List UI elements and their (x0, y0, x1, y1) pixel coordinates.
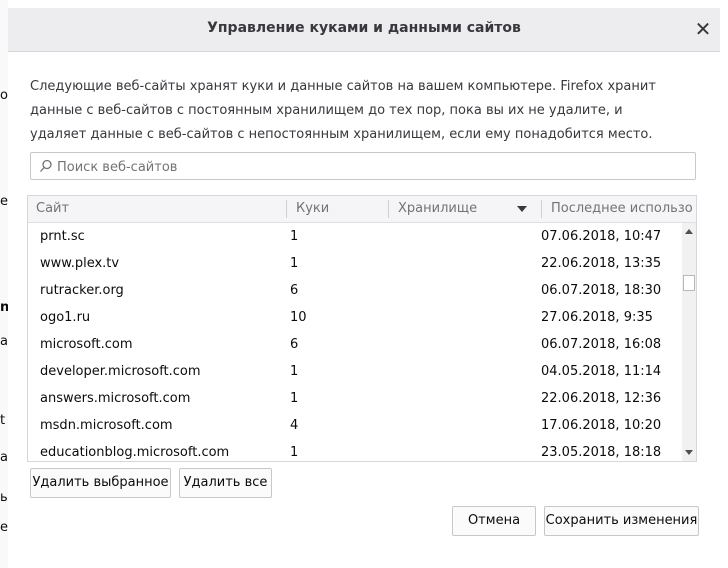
cell-storage (398, 439, 528, 461)
cell-storage (398, 385, 528, 412)
scroll-down-icon[interactable] (685, 450, 693, 455)
scrollbar-thumb[interactable] (683, 275, 695, 291)
cell-cookies: 6 (290, 337, 299, 352)
sites-table: Сайт Куки Хранилище Последнее использо..… (27, 195, 697, 462)
sort-descending-icon (517, 206, 527, 212)
cell-storage (398, 223, 528, 250)
cell-cookies: 10 (290, 310, 307, 325)
cell-storage (398, 331, 528, 358)
cell-last-used: 22.06.2018, 12:36 (541, 391, 662, 406)
table-row[interactable]: educationblog.microsoft.com 1 23.05.2018, … (28, 439, 682, 461)
close-button[interactable]: ✕ (692, 18, 714, 40)
table-body: prnt.sc 1 07.06.2018, 10:47 www.plex.tv 1 22.… (28, 223, 682, 461)
cell-last-used: 04.05.2018, 11:14 (541, 364, 662, 379)
background-text: a (0, 334, 8, 349)
column-divider (388, 200, 389, 218)
cell-storage (398, 304, 528, 331)
table-row[interactable]: developer.microsoft.com 1 04.05.2018, 11:1… (28, 358, 682, 385)
column-header-last-used[interactable]: Последнее использо... (543, 196, 693, 222)
background-window: o e n a t a ь e (0, 0, 8, 568)
cell-last-used: 17.06.2018, 10:20 (541, 418, 662, 433)
background-text: ь (0, 490, 8, 505)
cell-site: answers.microsoft.com (40, 391, 191, 406)
background-text: a (0, 450, 8, 465)
cell-site: www.plex.tv (40, 256, 120, 271)
cell-last-used: 23.05.2018, 18:18 (541, 445, 662, 460)
cell-site: msdn.microsoft.com (40, 418, 173, 433)
cell-storage (398, 412, 528, 439)
cell-site: educationblog.microsoft.com (40, 445, 230, 460)
table-row[interactable]: msdn.microsoft.com 4 17.06.2018, 10:20 (28, 412, 682, 439)
table-row[interactable]: prnt.sc 1 07.06.2018, 10:47 (28, 223, 682, 250)
table-row[interactable]: www.plex.tv 1 22.06.2018, 13:35 (28, 250, 682, 277)
cookies-dialog: Управление куками и данными сайтов ✕ Сле… (8, 8, 720, 560)
cancel-button[interactable]: Отмена (452, 506, 536, 536)
remove-selected-button[interactable]: Удалить выбранное (30, 468, 171, 498)
table-row[interactable]: answers.microsoft.com 1 22.06.2018, 12:36 (28, 385, 682, 412)
cell-last-used: 07.06.2018, 10:47 (541, 229, 662, 244)
column-divider (286, 200, 287, 218)
cell-site: prnt.sc (40, 229, 85, 244)
cell-storage (398, 358, 528, 385)
cell-cookies: 1 (290, 391, 299, 406)
table-header: Сайт Куки Хранилище Последнее использо..… (28, 196, 696, 223)
cell-cookies: 1 (290, 256, 299, 271)
dialog-description: Следующие веб-сайты хранят куки и данные… (30, 79, 656, 142)
scroll-up-icon[interactable] (685, 229, 693, 234)
background-text: e (0, 520, 8, 535)
search-icon (40, 159, 52, 172)
cell-site: rutracker.org (40, 283, 124, 298)
cell-site: developer.microsoft.com (40, 364, 201, 379)
background-text: n (0, 300, 8, 315)
table-row[interactable]: ogo1.ru 10 27.06.2018, 9:35 (28, 304, 682, 331)
cell-cookies: 6 (290, 283, 299, 298)
table-row[interactable]: microsoft.com 6 06.07.2018, 16:08 (28, 331, 682, 358)
cell-site: ogo1.ru (40, 310, 91, 325)
background-text: t (0, 413, 6, 428)
save-changes-button[interactable]: Сохранить изменения (544, 506, 699, 536)
cell-cookies: 4 (290, 418, 299, 433)
cell-last-used: 06.07.2018, 18:30 (541, 283, 662, 298)
cell-last-used: 27.06.2018, 9:35 (541, 310, 653, 325)
cell-storage (398, 250, 528, 277)
background-text: e (0, 194, 8, 209)
close-icon: ✕ (694, 17, 712, 41)
column-header-cookies[interactable]: Куки (288, 196, 388, 222)
cell-site: microsoft.com (40, 337, 133, 352)
search-box[interactable] (30, 152, 696, 180)
search-input[interactable] (57, 158, 677, 176)
cell-last-used: 22.06.2018, 13:35 (541, 256, 662, 271)
cell-cookies: 1 (290, 364, 299, 379)
remove-all-button[interactable]: Удалить все (179, 468, 272, 498)
cell-storage (398, 277, 528, 304)
table-scrollbar[interactable] (682, 223, 696, 461)
page: o e n a t a ь e Управление куками и данн… (0, 0, 728, 568)
dialog-header: Управление куками и данными сайтов ✕ (8, 8, 720, 52)
cell-cookies: 1 (290, 229, 299, 244)
column-header-site[interactable]: Сайт (28, 196, 286, 222)
cell-cookies: 1 (290, 445, 299, 460)
table-row[interactable]: rutracker.org 6 06.07.2018, 18:30 (28, 277, 682, 304)
background-text: o (0, 88, 8, 103)
column-divider (541, 200, 542, 218)
dialog-title: Управление куками и данными сайтов (207, 20, 521, 36)
cell-last-used: 06.07.2018, 16:08 (541, 337, 662, 352)
